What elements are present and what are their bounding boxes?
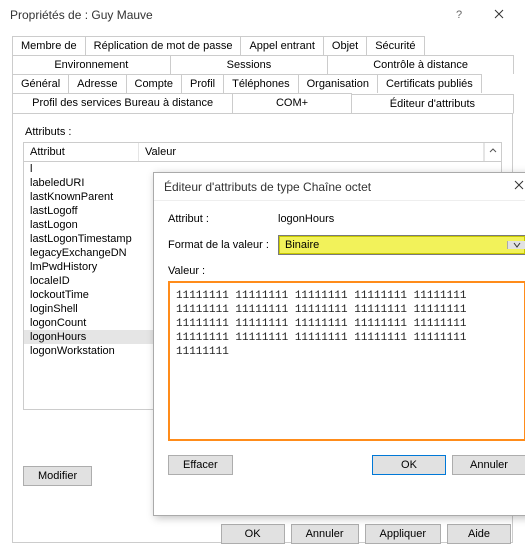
modify-button[interactable]: Modifier bbox=[23, 466, 92, 486]
tab-adresse[interactable]: Adresse bbox=[68, 74, 126, 93]
col-valeur[interactable]: Valeur bbox=[139, 143, 484, 161]
list-header: Attribut Valeur bbox=[23, 142, 502, 162]
tab-telephones[interactable]: Téléphones bbox=[223, 74, 299, 93]
cancel-button[interactable]: Annuler bbox=[291, 524, 359, 544]
clear-button[interactable]: Effacer bbox=[168, 455, 233, 475]
tab-sessions[interactable]: Sessions bbox=[170, 55, 329, 74]
tab-profil-bureau-distance[interactable]: Profil des services Bureau à distance bbox=[12, 93, 233, 113]
tab-securite[interactable]: Sécurité bbox=[366, 36, 424, 55]
scroll-up[interactable] bbox=[484, 143, 501, 161]
chevron-up-icon bbox=[489, 146, 497, 158]
help-button[interactable]: ? bbox=[439, 1, 479, 29]
tab-objet[interactable]: Objet bbox=[323, 36, 367, 55]
tab-replication[interactable]: Réplication de mot de passe bbox=[85, 36, 242, 55]
editor-close-button[interactable] bbox=[504, 173, 525, 201]
editor-attr-label: Attribut : bbox=[168, 213, 278, 225]
help-icon: ? bbox=[456, 9, 462, 21]
tab-environnement[interactable]: Environnement bbox=[12, 55, 171, 74]
close-button[interactable] bbox=[479, 1, 519, 29]
tab-membre-de[interactable]: Membre de bbox=[12, 36, 86, 55]
main-titlebar: Propriétés de : Guy Mauve ? bbox=[0, 0, 525, 30]
close-icon bbox=[494, 9, 504, 22]
help-button-bottom[interactable]: Aide bbox=[447, 524, 511, 544]
editor-attr-value: logonHours bbox=[278, 213, 525, 225]
tab-profil[interactable]: Profil bbox=[181, 74, 224, 93]
tab-general[interactable]: Général bbox=[12, 74, 69, 93]
tab-certificats[interactable]: Certificats publiés bbox=[377, 74, 482, 93]
ok-button[interactable]: OK bbox=[221, 524, 285, 544]
editor-format-label: Format de la valeur : bbox=[168, 239, 278, 251]
tab-appel-entrant[interactable]: Appel entrant bbox=[240, 36, 323, 55]
chevron-down-icon bbox=[507, 241, 525, 249]
apply-button[interactable]: Appliquer bbox=[365, 524, 441, 544]
format-combo[interactable]: Binaire bbox=[278, 235, 525, 255]
dialog-buttons: OK Annuler Appliquer Aide bbox=[221, 524, 511, 544]
window-title: Propriétés de : Guy Mauve bbox=[10, 8, 439, 22]
editor-title: Éditeur d'attributs de type Chaîne octet bbox=[164, 180, 504, 194]
editor-value-label: Valeur : bbox=[168, 265, 525, 277]
tab-editeur-attributs[interactable]: Éditeur d'attributs bbox=[351, 94, 514, 114]
col-attribut[interactable]: Attribut bbox=[24, 143, 139, 161]
tab-compte[interactable]: Compte bbox=[126, 74, 183, 93]
tab-com-plus[interactable]: COM+ bbox=[232, 93, 352, 113]
attributs-label: Attributs : bbox=[25, 126, 502, 138]
tab-organisation[interactable]: Organisation bbox=[298, 74, 378, 93]
octet-string-editor: Éditeur d'attributs de type Chaîne octet… bbox=[153, 172, 525, 516]
editor-cancel-button[interactable]: Annuler bbox=[452, 455, 525, 475]
tab-controle-distance[interactable]: Contrôle à distance bbox=[327, 55, 514, 74]
editor-ok-button[interactable]: OK bbox=[372, 455, 446, 475]
close-icon bbox=[514, 180, 524, 193]
value-textarea[interactable]: 11111111 11111111 11111111 11111111 1111… bbox=[168, 281, 525, 441]
format-combo-value: Binaire bbox=[279, 239, 507, 251]
